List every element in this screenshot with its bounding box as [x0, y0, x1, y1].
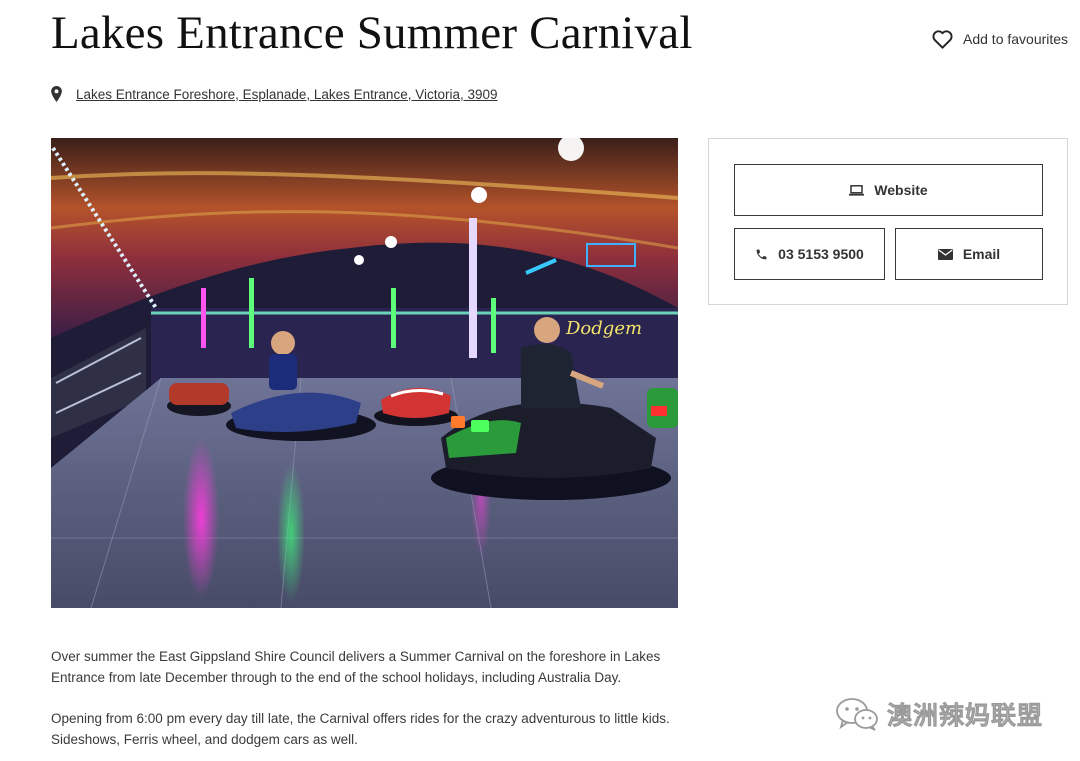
address-link[interactable]: Lakes Entrance Foreshore, Esplanade, Lak…	[76, 87, 498, 102]
phone-label: 03 5153 9500	[778, 246, 864, 262]
description-paragraph-2: Opening from 6:00 pm every day till late…	[51, 711, 670, 747]
wechat-icon	[836, 698, 878, 731]
page-title: Lakes Entrance Summer Carnival	[51, 7, 693, 59]
contact-panel: Website 03 5153 9500 Email	[708, 138, 1068, 305]
svg-text:Dodgem: Dodgem	[565, 318, 642, 339]
map-pin-icon	[51, 86, 62, 102]
watermark-text: 澳洲辣妈联盟	[887, 701, 1044, 731]
watermark: 澳洲辣妈联盟	[835, 696, 1043, 732]
hero-image: Dodgem	[51, 138, 678, 608]
phone-icon	[756, 249, 767, 259]
phone-button[interactable]: 03 5153 9500	[734, 228, 885, 280]
add-to-favourites-button[interactable]: Add to favourites	[932, 27, 1068, 51]
website-button[interactable]: Website	[734, 164, 1043, 216]
envelope-icon	[937, 248, 953, 260]
heart-outline-icon	[932, 29, 953, 49]
laptop-icon	[849, 184, 865, 196]
description-paragraph-1: Over summer the East Gippsland Shire Cou…	[51, 649, 661, 685]
email-button[interactable]: Email	[895, 228, 1043, 280]
bumper-cars-photo: Dodgem	[51, 138, 678, 608]
email-label: Email	[962, 246, 1001, 262]
website-label: Website	[874, 182, 928, 198]
favourite-label: Add to favourites	[963, 31, 1069, 47]
location-row: Lakes Entrance Foreshore, Esplanade, Lak…	[51, 84, 498, 104]
